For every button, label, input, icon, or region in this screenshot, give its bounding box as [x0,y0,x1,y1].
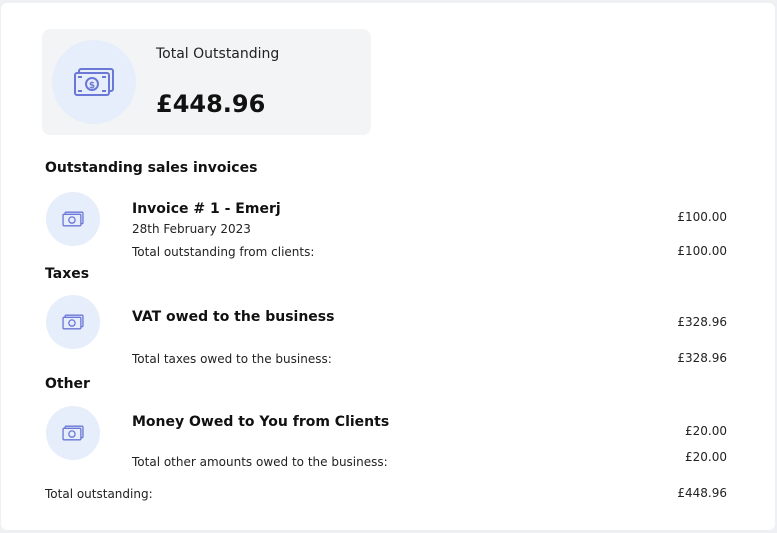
summary-icon-circle: $ [52,40,136,124]
invoice-amount: £100.00 [677,210,727,224]
grand-total-amount: £448.96 [677,486,727,500]
section-title-sales: Outstanding sales invoices [45,160,258,176]
cash-icon [62,211,84,227]
summary-label: Total Outstanding [156,46,280,62]
vat-icon-circle [46,295,100,349]
other-item-title: Money Owed to You from Clients [132,414,390,430]
invoice-icon-circle [46,192,100,246]
other-item-amount: £20.00 [685,424,727,438]
section-title-other: Other [45,376,90,392]
taxes-total-label: Total taxes owed to the business: [132,352,332,366]
cash-icon [62,314,84,330]
sales-total-label: Total outstanding from clients: [132,245,315,259]
other-total-label: Total other amounts owed to the business… [132,455,388,469]
taxes-total-amount: £328.96 [677,351,727,365]
svg-text:$: $ [89,81,95,91]
outstanding-report-card: $ Total Outstanding £448.96 Outstanding … [1,3,775,530]
other-icon-circle [46,406,100,460]
vat-title: VAT owed to the business [132,309,335,325]
sales-total-amount: £100.00 [677,244,727,258]
total-outstanding-summary: $ Total Outstanding £448.96 [42,29,371,135]
vat-amount: £328.96 [677,315,727,329]
invoice-title-link[interactable]: Invoice # 1 - Emerj [132,201,281,217]
invoice-date: 28th February 2023 [132,222,251,236]
cash-icon: $ [74,68,114,96]
other-total-amount: £20.00 [685,450,727,464]
grand-total-label: Total outstanding: [45,487,153,501]
summary-amount: £448.96 [156,90,266,118]
section-title-taxes: Taxes [45,266,90,282]
cash-icon [62,425,84,441]
